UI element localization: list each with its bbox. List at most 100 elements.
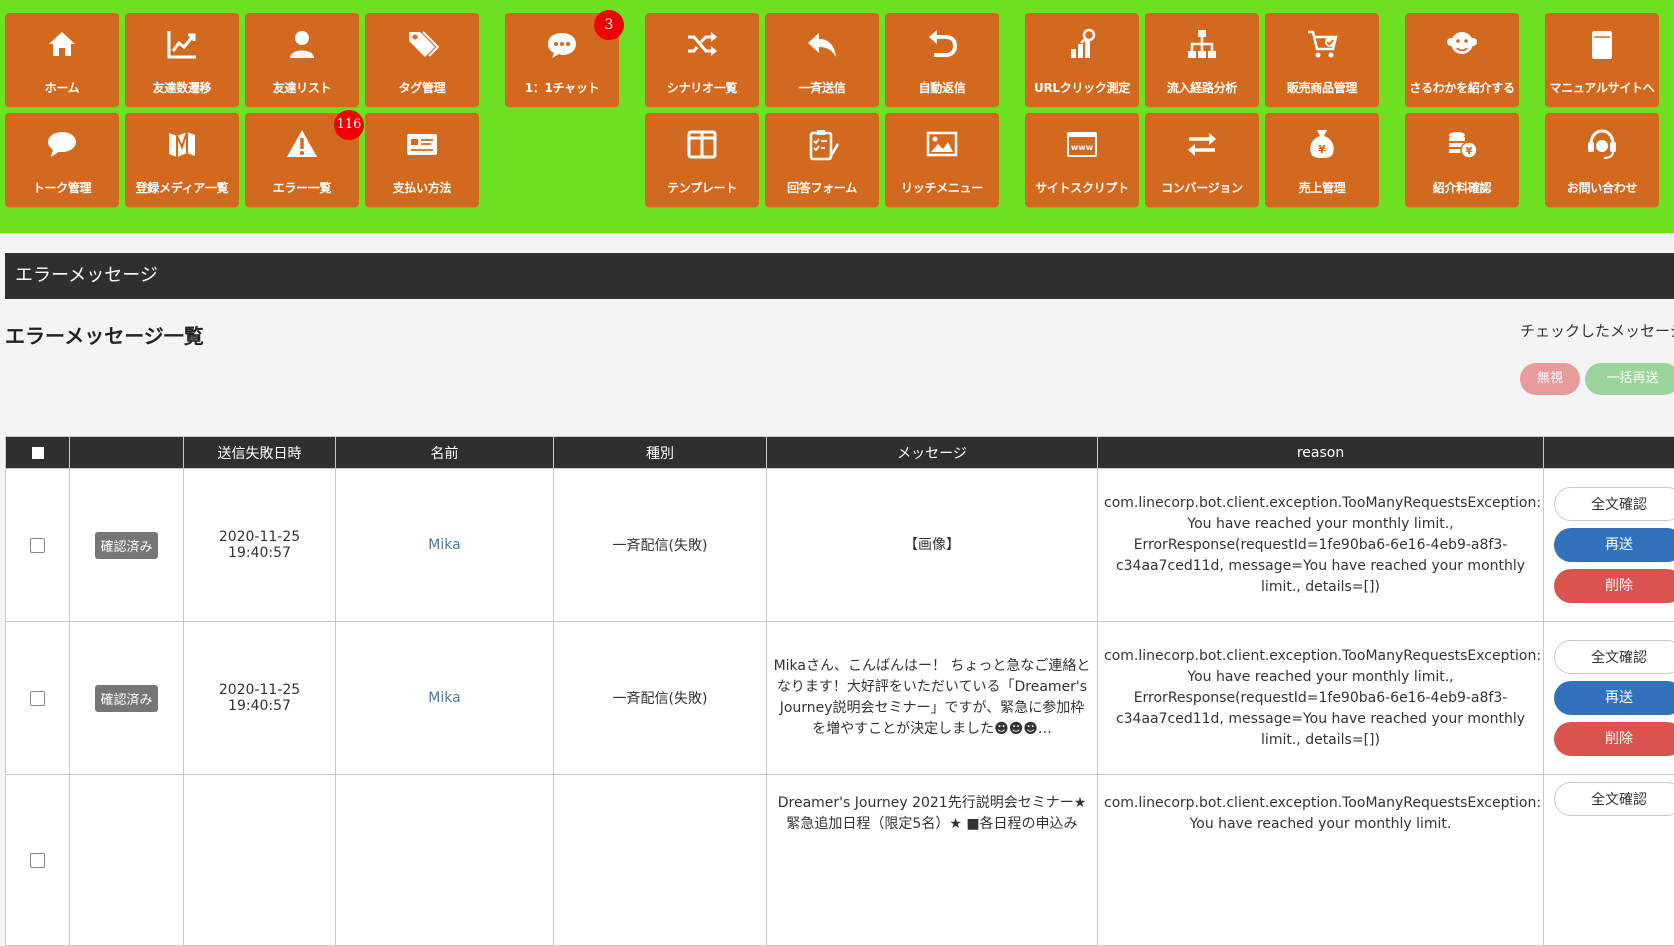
headset-icon xyxy=(1585,127,1619,161)
table-row: Dreamer's Journey 2021先行説明会セミナー★緊急追加日程（限… xyxy=(6,775,1674,946)
status-badge: 確認済み xyxy=(95,685,157,712)
nav-tag-manage[interactable]: タグ管理 xyxy=(365,13,479,107)
home-icon xyxy=(45,27,79,61)
nav-manual-site[interactable]: マニュアルサイトへ xyxy=(1545,13,1659,107)
type-header: 種別 xyxy=(554,437,767,469)
svg-text:www: www xyxy=(1071,143,1094,152)
card-icon xyxy=(405,127,439,161)
failed-date: 2020-11-25 xyxy=(219,682,300,698)
nav-friend-trend[interactable]: 友達数遷移 xyxy=(125,13,239,107)
message-text: Dreamer's Journey 2021先行説明会セミナー★緊急追加日程（限… xyxy=(767,775,1098,946)
nav-conversion[interactable]: コンバージョン xyxy=(1145,113,1259,207)
page-title: エラーメッセージ xyxy=(15,265,158,286)
media-icon xyxy=(165,127,199,161)
failed-time: 19:40:57 xyxy=(228,698,291,714)
monkey-icon xyxy=(1445,27,1479,61)
nav-site-script[interactable]: www サイトスクリプト xyxy=(1025,113,1139,207)
sitemap-icon xyxy=(1185,27,1219,61)
svg-text:¥: ¥ xyxy=(1466,146,1473,157)
reason-header: reason xyxy=(1098,437,1544,469)
nav-rich-menu[interactable]: リッチメニュー xyxy=(885,113,999,207)
image-icon xyxy=(925,127,959,161)
name-header: 名前 xyxy=(336,437,554,469)
money-bag-icon: ¥ xyxy=(1305,127,1339,161)
friend-name-link[interactable]: Mika xyxy=(428,537,460,553)
delivery-type: 一斉配信(失敗) xyxy=(554,469,767,622)
resend-button[interactable]: 再送 xyxy=(1554,528,1674,562)
user-icon xyxy=(285,27,319,61)
nav-referral-fee[interactable]: ¥ 紹介料確認 xyxy=(1405,113,1519,207)
top-nav: ホーム 友達数遷移 友達リスト タグ管理 1：1チャット 3 シナリオ一覧 一斉… xyxy=(0,0,1674,233)
speech-bubble-icon xyxy=(45,127,79,161)
nav-url-click[interactable]: URLクリック測定 xyxy=(1025,13,1139,107)
nav-media-list[interactable]: 登録メディア一覧 xyxy=(125,113,239,207)
table-row: 確認済み 2020-11-2519:40:57 Mika 一斉配信(失敗) Mi… xyxy=(6,622,1674,775)
columns-icon xyxy=(685,127,719,161)
status-badge: 確認済み xyxy=(95,532,157,559)
nav-home[interactable]: ホーム xyxy=(5,13,119,107)
line-chart-icon xyxy=(165,27,199,61)
table-header-row: 送信失敗日時 名前 種別 メッセージ reason xyxy=(6,437,1674,469)
failed-time: 19:40:57 xyxy=(228,545,291,561)
warning-icon xyxy=(285,127,319,161)
checked-messages-note: チェックしたメッセージ xyxy=(1520,320,1674,341)
book-icon xyxy=(1585,27,1619,61)
row-checkbox[interactable] xyxy=(30,853,45,868)
message-header: メッセージ xyxy=(767,437,1098,469)
nav-answer-form[interactable]: 回答フォーム xyxy=(765,113,879,207)
exchange-icon xyxy=(1185,127,1219,161)
chat-unread-badge: 3 xyxy=(594,10,624,40)
undo-icon xyxy=(925,27,959,61)
cart-icon xyxy=(1305,27,1339,61)
svg-text:¥: ¥ xyxy=(1318,143,1326,156)
delete-button[interactable]: 削除 xyxy=(1554,569,1674,603)
reason-text: com.linecorp.bot.client.exception.TooMan… xyxy=(1098,469,1544,622)
bulk-resend-button[interactable]: 一括再送 xyxy=(1585,363,1674,395)
message-text: 【画像】 xyxy=(767,469,1098,622)
ignore-button[interactable]: 無視 xyxy=(1520,363,1580,395)
actions-header xyxy=(1544,437,1674,469)
nav-broadcast[interactable]: 一斉送信 xyxy=(765,13,879,107)
view-full-button[interactable]: 全文確認 xyxy=(1554,782,1674,816)
delivery-type: 一斉配信(失敗) xyxy=(554,622,767,775)
clipboard-icon xyxy=(805,127,839,161)
reason-text: com.linecorp.bot.client.exception.TooMan… xyxy=(1098,622,1544,775)
view-full-button[interactable]: 全文確認 xyxy=(1554,487,1674,521)
tags-icon xyxy=(405,27,439,61)
failed-date: 2020-11-25 xyxy=(219,529,300,545)
view-full-button[interactable]: 全文確認 xyxy=(1554,640,1674,674)
nav-contact[interactable]: お問い合わせ xyxy=(1545,113,1659,207)
nav-product-manage[interactable]: 販売商品管理 xyxy=(1265,13,1379,107)
nav-scenario-list[interactable]: シナリオ一覧 xyxy=(645,13,759,107)
row-checkbox[interactable] xyxy=(30,691,45,706)
error-table: 送信失敗日時 名前 種別 メッセージ reason 確認済み 2020-11-2… xyxy=(5,436,1674,946)
status-header xyxy=(70,437,184,469)
reason-text: com.linecorp.bot.client.exception.TooMan… xyxy=(1098,775,1544,946)
select-all-checkbox[interactable] xyxy=(32,447,44,459)
nav-inflow-analysis[interactable]: 流入経路分析 xyxy=(1145,13,1259,107)
error-count-badge: 116 xyxy=(334,110,364,140)
coins-icon: ¥ xyxy=(1445,127,1479,161)
chart-search-icon xyxy=(1065,27,1099,61)
nav-auto-reply[interactable]: 自動返信 xyxy=(885,13,999,107)
nav-talk-manage[interactable]: トーク管理 xyxy=(5,113,119,207)
nav-introduce-saruwaka[interactable]: さるわかを紹介する xyxy=(1405,13,1519,107)
nav-template[interactable]: テンプレート xyxy=(645,113,759,207)
nav-friend-list[interactable]: 友達リスト xyxy=(245,13,359,107)
friend-name-link[interactable]: Mika xyxy=(428,690,460,706)
select-all-header xyxy=(6,437,70,469)
delivery-type xyxy=(554,775,767,946)
delete-button[interactable]: 削除 xyxy=(1554,722,1674,756)
nav-payment-method[interactable]: 支払い方法 xyxy=(365,113,479,207)
list-heading: エラーメッセージ一覧 xyxy=(5,320,204,349)
row-checkbox[interactable] xyxy=(30,538,45,553)
message-text: Mikaさん、こんばんはー！ ちょっと急なご連絡となります！大好評をいただいてい… xyxy=(767,622,1098,775)
shuffle-icon xyxy=(685,27,719,61)
resend-button[interactable]: 再送 xyxy=(1554,681,1674,715)
table-row: 確認済み 2020-11-2519:40:57 Mika 一斉配信(失敗) 【画… xyxy=(6,469,1674,622)
page-title-bar: エラーメッセージ xyxy=(5,253,1674,299)
chat-icon xyxy=(545,27,579,61)
nav-sales-manage[interactable]: ¥ 売上管理 xyxy=(1265,113,1379,207)
reply-icon xyxy=(805,27,839,61)
www-icon: www xyxy=(1065,127,1099,161)
